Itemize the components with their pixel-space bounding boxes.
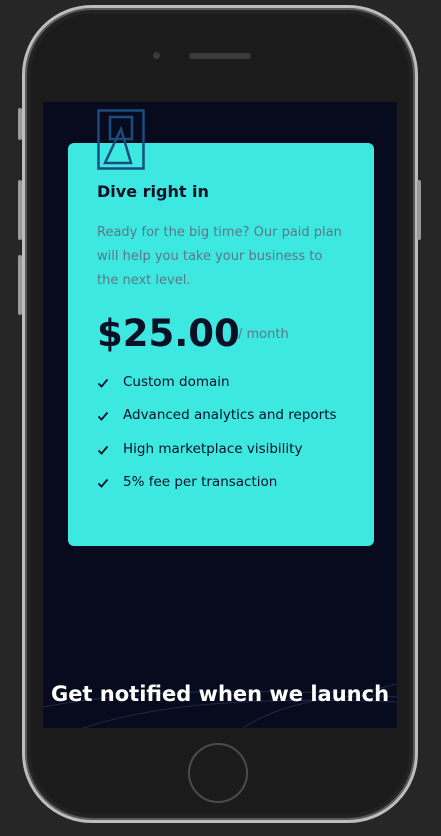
plan-name: Dive right in: [97, 182, 209, 201]
feature-item: 5% fee per transaction: [97, 474, 337, 507]
plan-description: Ready for the big time? Our paid plan wi…: [97, 225, 342, 288]
feature-item: High marketplace visibility: [97, 441, 337, 474]
power-button: [417, 180, 421, 240]
feature-list: Custom domain Advanced analytics and rep…: [97, 374, 337, 507]
device-stage: Dive right in Ready for the big time? Ou…: [0, 0, 441, 836]
screen: Dive right in Ready for the big time? Ou…: [43, 102, 397, 728]
notify-heading: Get notified when we launch: [50, 682, 390, 706]
volume-up-button: [18, 180, 22, 240]
feature-label: Advanced analytics and reports: [123, 407, 337, 424]
home-button[interactable]: [188, 743, 248, 803]
check-icon: [97, 378, 109, 388]
check-icon: [97, 412, 109, 422]
check-icon: [97, 445, 109, 455]
feature-item: Custom domain: [97, 374, 337, 407]
price-period: / month: [238, 327, 289, 342]
plan-price: $25.00: [97, 312, 240, 355]
feature-label: High marketplace visibility: [123, 440, 303, 457]
check-icon: [97, 478, 109, 488]
mute-switch: [18, 108, 22, 140]
speaker-grille: [189, 53, 251, 59]
triangle-square-icon: [97, 109, 145, 170]
feature-item: Advanced analytics and reports: [97, 407, 337, 440]
volume-down-button: [18, 255, 22, 315]
feature-label: Custom domain: [123, 374, 230, 390]
feature-label: 5% fee per transaction: [123, 473, 278, 490]
front-camera: [153, 52, 160, 59]
